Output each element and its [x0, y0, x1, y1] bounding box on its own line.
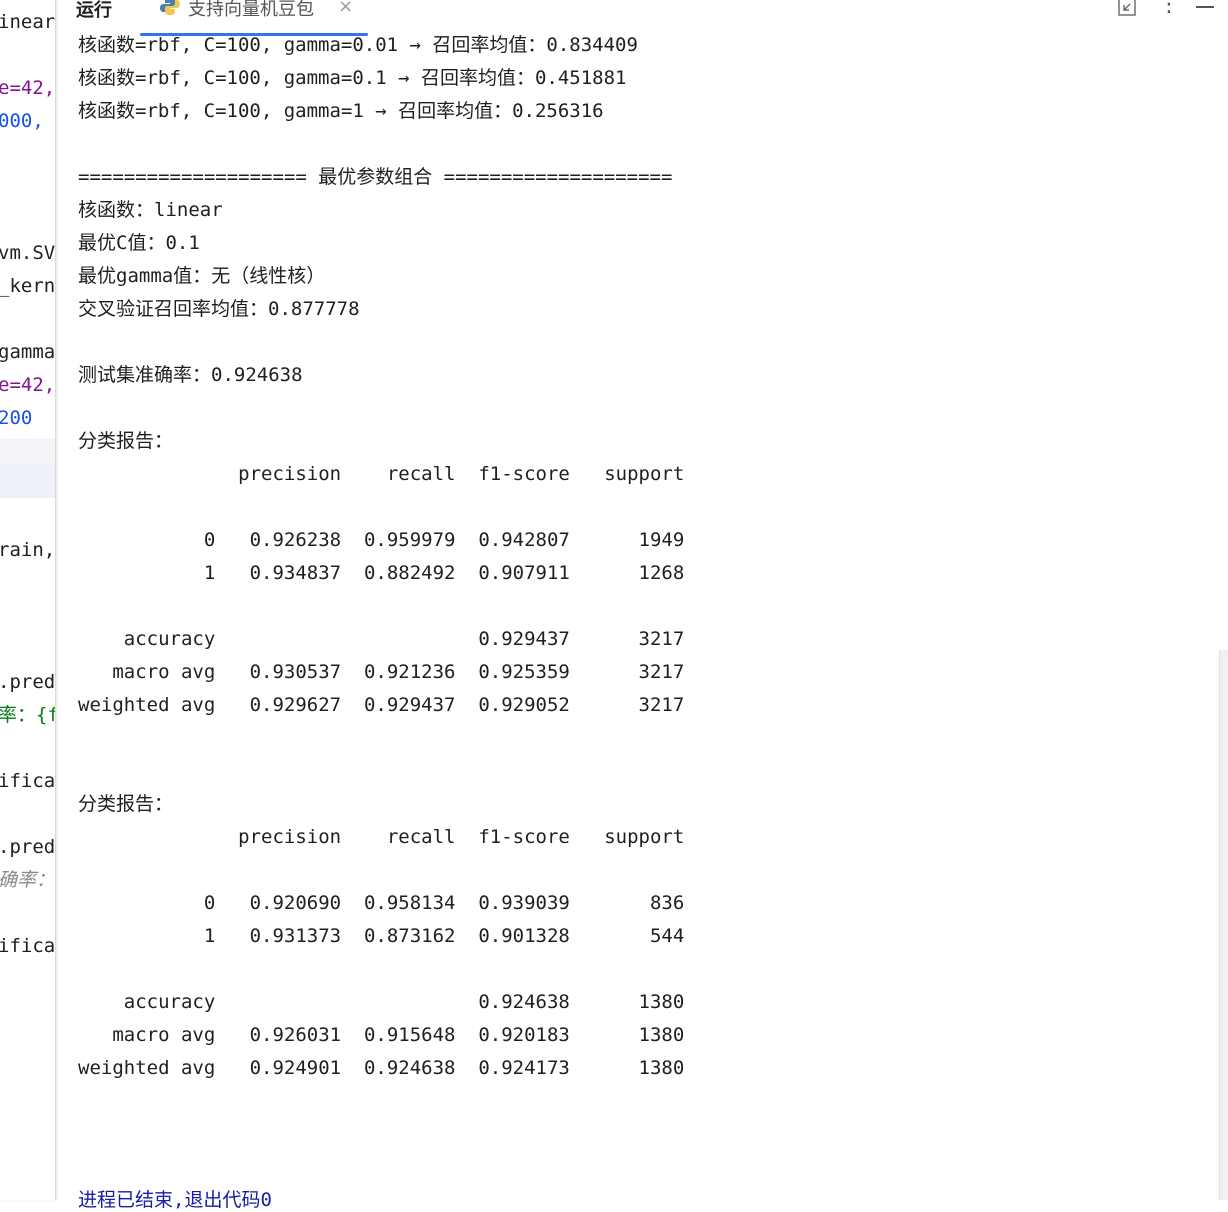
console-line: 最优C值：0.1 — [78, 232, 200, 254]
code-fragment: 率：{fi — [0, 704, 55, 726]
code-fragment: e=42, — [0, 77, 56, 99]
console-line: accuracy 0.924638 1380 — [78, 991, 685, 1013]
tab-run-configuration[interactable]: 支持向量机豆包 × — [140, 0, 368, 36]
more-options-icon[interactable]: ⋮ — [1158, 0, 1180, 17]
code-fragment: vm.SV — [0, 242, 56, 264]
console-line: 分类报告： — [78, 793, 174, 815]
console-line: weighted avg 0.924901 0.924638 0.924173 … — [78, 1057, 685, 1079]
restore-window-icon[interactable] — [1118, 0, 1136, 16]
console-line: 核函数=rbf, C=100, gamma=1 → 召回率均值：0.256316 — [78, 100, 604, 122]
run-tab-bar: 运行 支持向量机豆包 × ⋮ — [58, 0, 1228, 36]
console-line: precision recall f1-score support — [78, 463, 685, 485]
console-line: weighted avg 0.929627 0.929437 0.929052 … — [78, 694, 685, 716]
editor-line-highlight — [0, 438, 55, 465]
code-fragment: _kern — [0, 275, 56, 297]
code-fragment: inear — [0, 11, 56, 33]
code-fragment: ifica — [0, 935, 56, 957]
console-line: 0 0.926238 0.959979 0.942807 1949 — [78, 529, 685, 551]
process-exit-line: 进程已结束,退出代码0 — [78, 1189, 272, 1211]
console-output[interactable]: 核函数=rbf, C=100, gamma=0.01 → 召回率均值：0.834… — [78, 33, 1178, 1211]
console-line: 最优gamma值：无（线性核） — [78, 265, 326, 287]
console-line: 核函数=rbf, C=100, gamma=0.1 → 召回率均值：0.4518… — [78, 67, 627, 89]
console-line: 交叉验证召回率均值：0.877778 — [78, 298, 360, 320]
code-fragment: 000, — [0, 110, 44, 132]
run-tool-window: 运行 支持向量机豆包 × ⋮ 核函数=rbf, C=100, gamma=0.0… — [58, 0, 1228, 1211]
console-line: accuracy 0.929437 3217 — [78, 628, 685, 650]
console-line: 1 0.931373 0.873162 0.901328 544 — [78, 925, 685, 947]
console-line: 1 0.934837 0.882492 0.907911 1268 — [78, 562, 685, 584]
code-fragment: 确率： — [0, 869, 56, 891]
console-line: 0 0.920690 0.958134 0.939039 836 — [78, 892, 685, 914]
code-fragment: rain, — [0, 539, 56, 561]
code-fragment: ifica — [0, 770, 56, 792]
console-line: 分类报告： — [78, 430, 174, 452]
console-line: 测试集准确率：0.924638 — [78, 364, 303, 386]
console-scrollbar[interactable] — [1219, 650, 1228, 1200]
console-line: macro avg 0.930537 0.921236 0.925359 321… — [78, 661, 685, 683]
code-fragment: .pred — [0, 671, 56, 693]
python-icon — [160, 0, 180, 15]
console-line: ==================== 最优参数组合 ============… — [78, 166, 673, 188]
code-fragment: gamma — [0, 341, 56, 363]
close-icon[interactable]: × — [338, 0, 353, 17]
console-line: precision recall f1-score support — [78, 826, 685, 848]
code-fragment: 200 — [0, 407, 33, 429]
tab-label: 支持向量机豆包 — [188, 0, 314, 20]
console-line: 核函数：linear — [78, 199, 223, 221]
console-line: macro avg 0.926031 0.915648 0.920183 138… — [78, 1024, 685, 1046]
minimize-icon[interactable] — [1196, 6, 1214, 8]
tool-window-title: 运行 — [76, 0, 112, 21]
editor-caret-line — [0, 465, 55, 498]
code-editor-gutter[interactable]: inear e=42, 000, vm.SV _kerngamma e=42, 200 rai… — [0, 0, 56, 1200]
code-fragment: .pred — [0, 836, 56, 858]
console-line: 核函数=rbf, C=100, gamma=0.01 → 召回率均值：0.834… — [78, 34, 638, 56]
code-fragment: e=42, — [0, 374, 56, 396]
